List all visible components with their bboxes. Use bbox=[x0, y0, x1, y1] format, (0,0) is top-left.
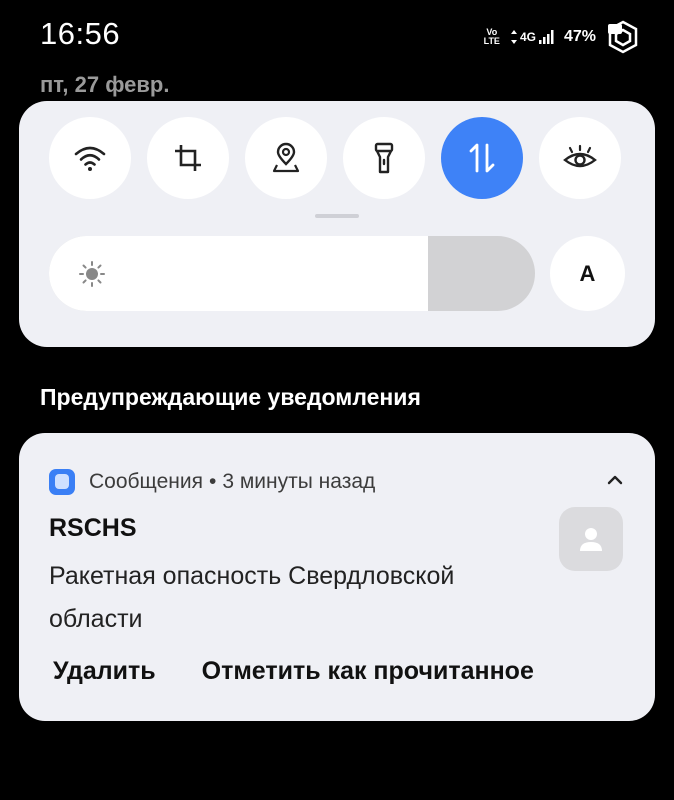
signal-icon bbox=[538, 30, 554, 44]
security-shield-icon bbox=[606, 20, 640, 54]
delete-button[interactable]: Удалить bbox=[53, 657, 156, 686]
crop-icon bbox=[175, 145, 201, 171]
wifi-toggle[interactable] bbox=[49, 117, 131, 199]
header-separator: • bbox=[208, 470, 217, 493]
brightness-slider[interactable] bbox=[49, 236, 535, 311]
date-label: пт, 27 февр. bbox=[40, 72, 170, 97]
data-transfer-icon bbox=[469, 143, 495, 173]
wifi-icon bbox=[74, 146, 106, 171]
app-name: Сообщения bbox=[89, 470, 203, 493]
volte-indicator: Vo LTE bbox=[483, 27, 500, 46]
notification-title: RSCHS bbox=[49, 514, 137, 542]
messages-app-icon bbox=[49, 469, 75, 495]
data-arrows-icon bbox=[510, 30, 517, 44]
location-toggle[interactable] bbox=[245, 117, 327, 199]
brightness-slider-fill bbox=[49, 236, 429, 311]
notification-actions: Удалить Отметить как прочитанное bbox=[53, 657, 534, 686]
mobile-data-toggle[interactable] bbox=[441, 117, 523, 199]
notification-body: Ракетная опасность Свердловской области bbox=[49, 562, 455, 633]
notification-card[interactable]: Сообщения • 3 минуты назад RSCHS Ракетна… bbox=[19, 433, 655, 721]
eye-icon bbox=[563, 144, 597, 168]
notification-header: Сообщения • 3 минуты назад bbox=[49, 469, 375, 495]
status-bar: 16:56 Vo LTE 4G 47% bbox=[0, 0, 674, 70]
eye-comfort-toggle[interactable] bbox=[539, 117, 621, 199]
chevron-up-icon[interactable] bbox=[607, 475, 623, 485]
panel-drag-handle[interactable] bbox=[315, 214, 359, 218]
contact-avatar bbox=[559, 507, 623, 571]
flashlight-toggle[interactable] bbox=[343, 117, 425, 199]
brightness-icon bbox=[79, 261, 105, 287]
section-title: Предупреждающие уведомления bbox=[40, 384, 421, 410]
clock: 16:56 bbox=[40, 16, 121, 51]
network-indicator: 4G bbox=[510, 29, 554, 45]
flashlight-icon bbox=[374, 142, 394, 174]
auto-brightness-button[interactable]: A bbox=[550, 236, 625, 311]
person-icon bbox=[580, 528, 602, 551]
quick-settings-panel: A bbox=[19, 101, 655, 347]
screenshot-crop-toggle[interactable] bbox=[147, 117, 229, 199]
location-icon bbox=[272, 142, 300, 173]
notification-time: 3 минуты назад bbox=[222, 470, 376, 493]
mark-as-read-button[interactable]: Отметить как прочитанное bbox=[202, 657, 534, 686]
status-icons: Vo LTE 4G 47% bbox=[484, 20, 640, 54]
battery-level: 47% bbox=[563, 28, 596, 45]
